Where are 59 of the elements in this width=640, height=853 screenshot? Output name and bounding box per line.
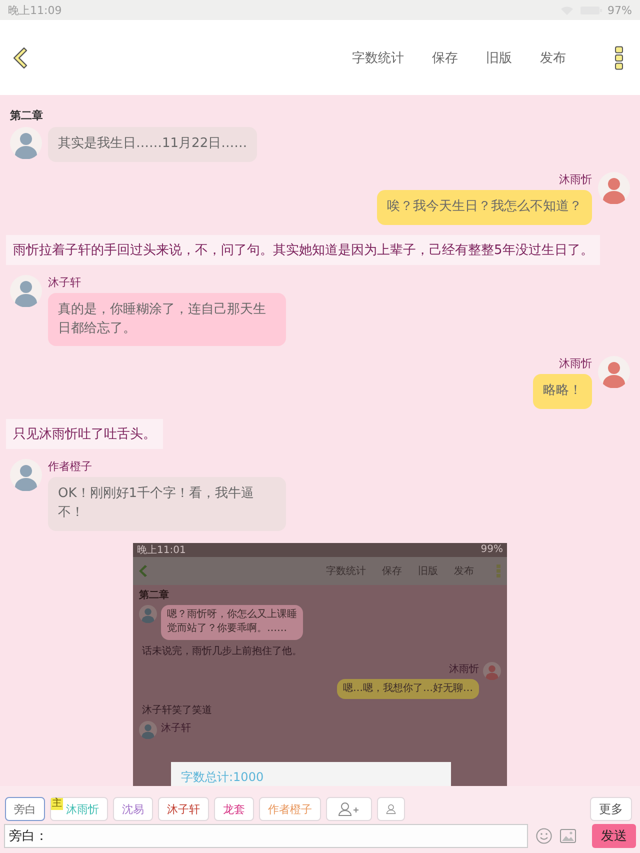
main-role-badge: 主 <box>51 798 63 810</box>
toolbar-action[interactable]: 旧版 <box>472 44 526 70</box>
battery-level: 99% <box>480 544 503 556</box>
toolbar-action: 字数统计 <box>326 564 366 578</box>
dialog-title: 字数总计:1000 <box>181 770 264 784</box>
speaker-name: 沐雨忻 <box>559 356 592 372</box>
avatar-icon <box>10 459 42 492</box>
add-person-icon <box>338 802 360 816</box>
message-bubble: 嗯？雨忻呀，你怎么又上课睡觉而站了？你要乖啊。…… <box>161 604 303 640</box>
message-bubble: 略略！ <box>533 374 592 410</box>
send-button[interactable]: 发送 <box>592 824 636 848</box>
speaker-name: 作者橙子 <box>48 459 93 474</box>
status-time: 晚上11:09 <box>8 2 62 18</box>
message-bubble: 唉？我今天生日？我怎么不知道？ <box>377 190 592 225</box>
avatar-icon <box>10 274 42 307</box>
role-chip[interactable]: 旁白 <box>5 797 45 821</box>
back-icon <box>12 46 28 68</box>
battery-level: 97% <box>608 4 632 16</box>
message-bubble: 其实是我生日……11月22日…… <box>48 127 258 162</box>
role-list-button[interactable] <box>377 797 405 821</box>
narration-text: 沐子轩笑了笑道 <box>141 704 213 718</box>
person-icon <box>386 802 396 816</box>
emoji-icon[interactable] <box>536 828 552 844</box>
message-bubble: OK！刚刚好1千个字！看，我牛逼不！ <box>48 477 286 531</box>
role-chip[interactable]: 主 沐雨忻 <box>50 797 108 821</box>
role-chip[interactable]: 沐子轩 <box>158 797 209 821</box>
avatar-icon <box>139 721 157 740</box>
toolbar-action: 发布 <box>454 564 474 578</box>
avatar-icon <box>483 662 501 680</box>
back-icon <box>139 564 147 577</box>
message-input[interactable]: 旁白： <box>4 824 528 848</box>
role-chip[interactable]: 沈易 <box>113 797 153 821</box>
toolbar-action: 保存 <box>382 564 402 578</box>
chapter-title: 第二章 <box>10 108 44 123</box>
avatar-icon <box>10 127 42 159</box>
narration-text: 只见沐雨忻吐了吐舌头。 <box>6 419 163 450</box>
narration-text: 话未说完，雨忻几步上前抱住了他。 <box>141 644 303 659</box>
speaker-name: 沐雨忻 <box>559 172 592 187</box>
avatar-icon <box>598 356 630 388</box>
menu-icon <box>496 564 501 578</box>
chapter-title: 第二章 <box>139 588 170 602</box>
message-bubble: 嗯…嗯，我想你了…好无聊… <box>337 678 479 700</box>
narration-text: 雨忻拉着子轩的手回过头来说，不，问了句。其实她知道是因为上辈子，己经有整整5年没过生日了。 <box>6 234 600 265</box>
image-icon[interactable] <box>560 829 576 843</box>
more-button[interactable]: 更多 <box>590 797 632 821</box>
add-role-button[interactable] <box>326 797 372 821</box>
toolbar-action[interactable]: 保存 <box>418 44 472 70</box>
menu-icon <box>614 46 624 70</box>
toolbar-action[interactable]: 字数统计 <box>338 44 418 70</box>
message-bubble: 真的是，你睡糊涂了，连自己那天生日都给忘了。 <box>48 292 286 346</box>
speaker-name: 沐子轩 <box>48 274 82 290</box>
toolbar-action: 旧版 <box>418 564 438 578</box>
toolbar-action[interactable]: 发布 <box>526 44 580 70</box>
speaker-name: 沐子轩 <box>161 722 191 736</box>
avatar-icon <box>598 172 630 204</box>
avatar-icon <box>139 604 157 623</box>
speaker-name: 沐雨忻 <box>449 662 479 676</box>
role-chip[interactable]: 龙套 <box>214 797 254 821</box>
status-time: 晚上11:01 <box>137 544 186 557</box>
